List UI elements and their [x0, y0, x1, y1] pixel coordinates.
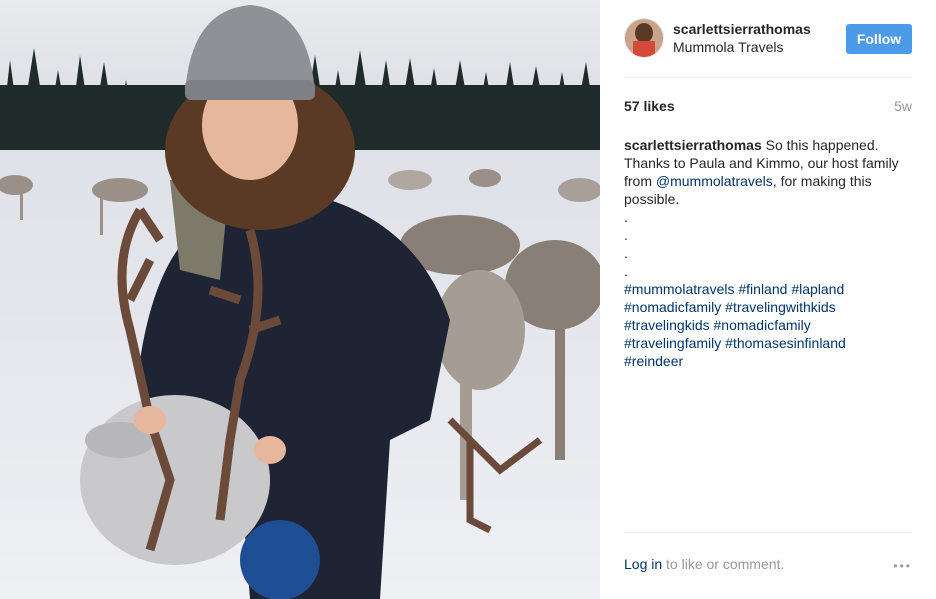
post-details-panel: scarlettsierrathomas Mummola Travels Fol…	[600, 0, 936, 599]
post-header: scarlettsierrathomas Mummola Travels Fol…	[624, 18, 912, 60]
dot-line: .	[624, 209, 628, 225]
hashtag-line: #travelingfamily #thomasesinfinland	[624, 334, 914, 352]
hashtag-link[interactable]: #reindeer	[624, 353, 683, 369]
caption-username[interactable]: scarlettsierrathomas	[624, 137, 762, 153]
hashtag-line: #travelingkids #nomadicfamily	[624, 316, 914, 334]
mention-link[interactable]: @mummolatravels	[656, 173, 773, 189]
hashtag-link[interactable]: #nomadicfamily	[624, 299, 721, 315]
hashtag-link[interactable]: #travelingkids	[624, 317, 710, 333]
more-options-icon[interactable]: •••	[893, 559, 912, 573]
login-link[interactable]: Log in	[624, 556, 662, 572]
hashtag-link[interactable]: #thomasesinfinland	[725, 335, 846, 351]
hashtag-link[interactable]: #mummolatravels	[624, 281, 734, 297]
hashtag-link[interactable]: #lapland	[791, 281, 844, 297]
follow-button[interactable]: Follow	[846, 24, 912, 54]
location-link[interactable]: Mummola Travels	[673, 39, 783, 55]
caption: scarlettsierrathomas So this happened. T…	[624, 136, 914, 370]
username-link[interactable]: scarlettsierrathomas	[673, 21, 811, 37]
hashtag-line: #mummolatravels #finland #lapland	[624, 280, 914, 298]
header-divider	[624, 77, 912, 78]
hashtag-link[interactable]: #finland	[738, 281, 787, 297]
footer: Log in to like or comment. •••	[624, 556, 912, 578]
likes-count[interactable]: 57 likes	[624, 98, 675, 114]
post-photo[interactable]	[0, 0, 600, 599]
footer-text: to like or comment.	[662, 556, 785, 572]
footer-divider	[624, 532, 912, 533]
reindeer-photo	[0, 0, 600, 599]
dot-line: .	[624, 227, 628, 243]
dot-line: .	[624, 245, 628, 261]
hashtag-link[interactable]: #nomadicfamily	[714, 317, 811, 333]
dot-line: .	[624, 263, 628, 279]
avatar-image	[625, 19, 663, 57]
hashtag-line: #reindeer	[624, 352, 914, 370]
hashtag-line: #nomadicfamily #travelingwithkids	[624, 298, 914, 316]
hashtag-link[interactable]: #travelingwithkids	[725, 299, 836, 315]
hashtag-link[interactable]: #travelingfamily	[624, 335, 721, 351]
post-time[interactable]: 5w	[894, 98, 912, 114]
avatar[interactable]	[624, 18, 664, 58]
